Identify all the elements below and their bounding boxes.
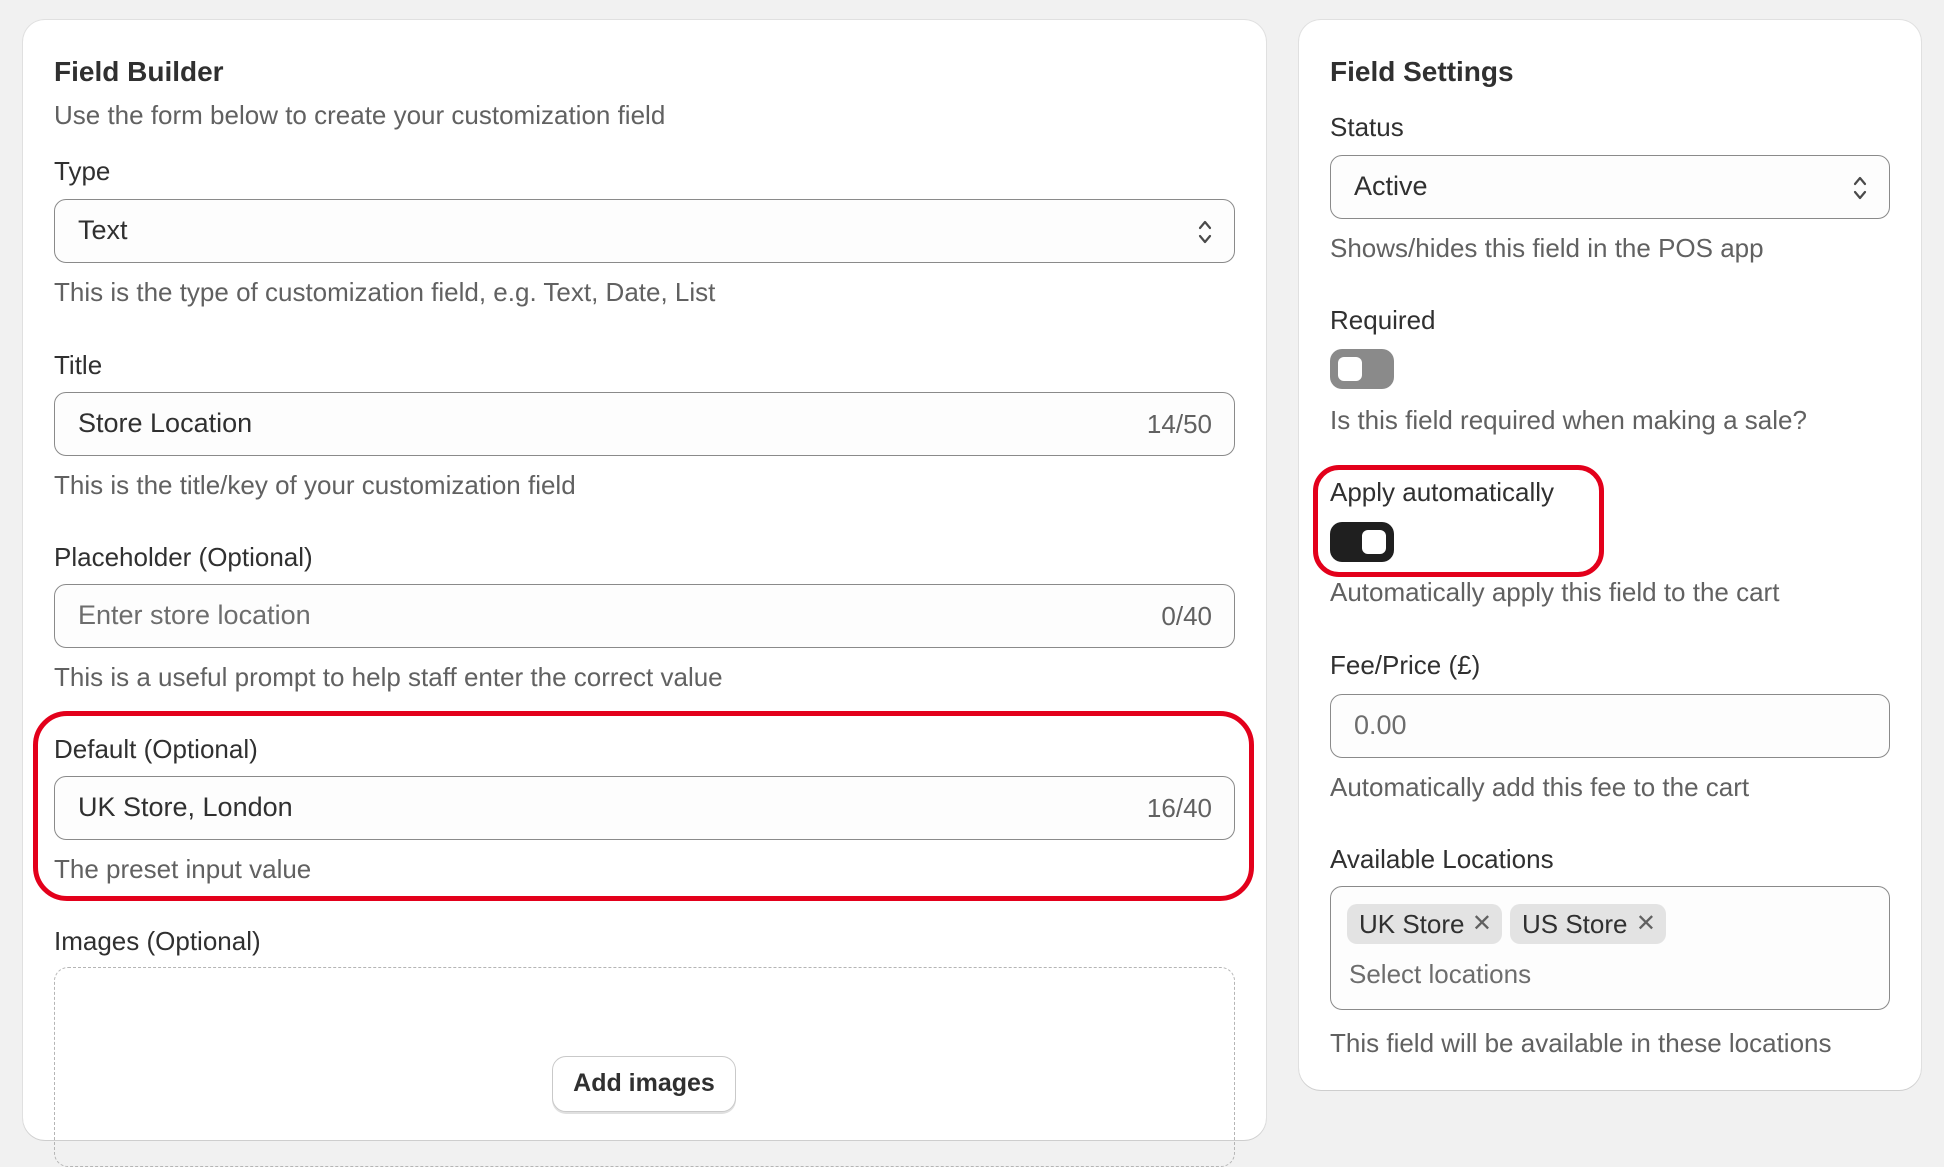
images-dropzone[interactable]: Add images	[54, 967, 1235, 1167]
placeholder-help: This is a useful prompt to help staff en…	[54, 662, 723, 692]
title-input[interactable]: Store Location 14/50	[54, 392, 1235, 456]
required-toggle[interactable]	[1330, 349, 1394, 389]
field-builder-subtitle: Use the form below to create your custom…	[54, 100, 666, 130]
field-builder-title: Field Builder	[54, 56, 224, 87]
type-select-value: Text	[78, 215, 128, 245]
placeholder-label: Placeholder (Optional)	[54, 542, 313, 572]
placeholder-input[interactable]: Enter store location 0/40	[54, 584, 1235, 648]
remove-tag-icon[interactable]: ✕	[1636, 904, 1656, 944]
fee-input[interactable]: 0.00	[1330, 694, 1890, 758]
location-tag-us: US Store ✕	[1510, 904, 1666, 944]
apply-automatically-highlight	[1313, 465, 1604, 577]
location-tag-uk: UK Store ✕	[1347, 904, 1502, 944]
fee-label: Fee/Price (£)	[1330, 650, 1481, 680]
locations-label: Available Locations	[1330, 844, 1554, 874]
field-settings-title: Field Settings	[1330, 56, 1514, 87]
locations-combobox[interactable]: UK Store ✕ US Store ✕ Select locations	[1330, 886, 1890, 1010]
type-select[interactable]: Text	[54, 199, 1235, 263]
fee-input-placeholder: 0.00	[1354, 710, 1407, 740]
placeholder-char-counter: 0/40	[1161, 601, 1212, 631]
images-label: Images (Optional)	[54, 926, 261, 956]
select-updown-icon	[1198, 220, 1212, 244]
required-label: Required	[1330, 305, 1436, 335]
apply-automatically-help: Automatically apply this field to the ca…	[1330, 577, 1780, 607]
location-tag-label: UK Store	[1359, 909, 1465, 939]
toggle-knob	[1338, 357, 1362, 381]
type-label: Type	[54, 156, 111, 186]
title-help: This is the title/key of your customizat…	[54, 470, 576, 500]
type-help: This is the type of customization field,…	[54, 277, 716, 307]
location-tag-label: US Store	[1522, 909, 1628, 939]
select-updown-icon	[1853, 176, 1867, 200]
title-label: Title	[54, 350, 103, 380]
default-field-highlight	[33, 711, 1254, 901]
title-input-value: Store Location	[78, 408, 253, 438]
status-select[interactable]: Active	[1330, 155, 1890, 219]
locations-placeholder: Select locations	[1349, 959, 1532, 989]
remove-tag-icon[interactable]: ✕	[1472, 904, 1492, 944]
add-images-button[interactable]: Add images	[552, 1056, 736, 1112]
placeholder-input-placeholder: Enter store location	[78, 600, 311, 630]
field-builder-card: Field Builder Use the form below to crea…	[23, 20, 1266, 1167]
status-select-value: Active	[1354, 171, 1428, 201]
locations-help: This field will be available in these lo…	[1330, 1028, 1832, 1058]
fee-help: Automatically add this fee to the cart	[1330, 772, 1750, 802]
status-help: Shows/hides this field in the POS app	[1330, 233, 1764, 263]
title-char-counter: 14/50	[1146, 409, 1212, 439]
required-help: Is this field required when making a sal…	[1330, 405, 1807, 435]
status-label: Status	[1330, 112, 1404, 142]
